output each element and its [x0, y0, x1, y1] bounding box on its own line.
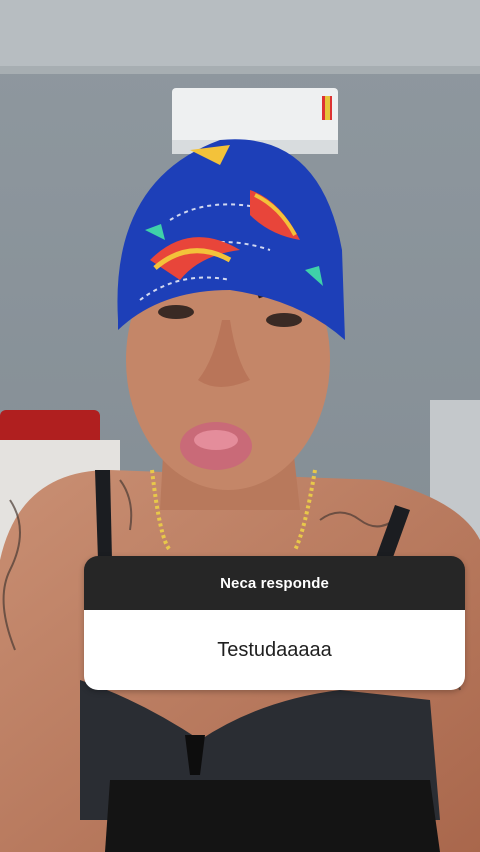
story-photo — [0, 0, 480, 852]
question-sticker-answer: Testudaaaaa — [84, 610, 465, 690]
ceiling — [0, 0, 480, 70]
question-sticker-header: Neca responde — [84, 556, 465, 610]
question-sticker[interactable]: Neca responde Testudaaaaa — [84, 556, 465, 690]
